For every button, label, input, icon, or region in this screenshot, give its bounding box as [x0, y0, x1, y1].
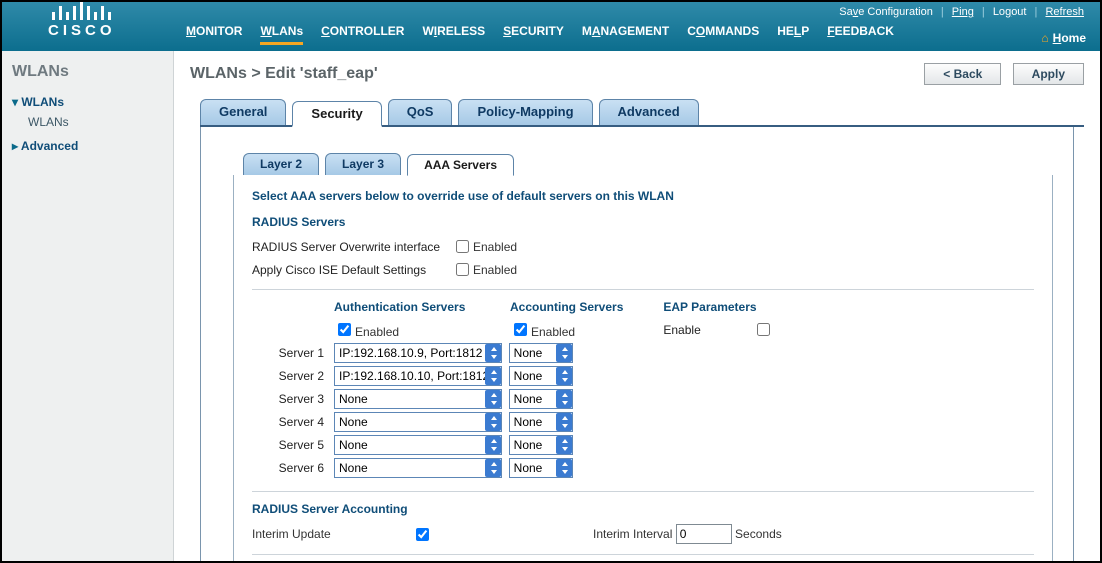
nav-help[interactable]: HELP [777, 24, 809, 45]
nav-wlans[interactable]: WLANs [260, 24, 303, 45]
auth-server-select-6[interactable]: None [334, 458, 502, 478]
top-utility-links: Save Configuration | Ping | Logout | Ref… [837, 6, 1086, 18]
page-title: WLANs > Edit 'staff_eap' [190, 65, 378, 83]
server-label: Server 6 [252, 461, 334, 475]
nav-management[interactable]: MANAGEMENT [582, 24, 669, 45]
auth-server-select-4[interactable]: None [334, 412, 502, 432]
save-configuration-link[interactable]: Save Configuration [839, 6, 933, 18]
acct-server-select-5[interactable]: None [509, 435, 573, 455]
cisco-logo: CISCO [48, 6, 116, 39]
brand-text: CISCO [48, 22, 116, 39]
subtab-layer2[interactable]: Layer 2 [243, 153, 319, 175]
sidebar-item-wlans[interactable]: WLANs [12, 95, 163, 109]
home-link[interactable]: ⌂Home [1041, 31, 1086, 45]
interim-seconds-label: Seconds [735, 527, 782, 541]
subtab-aaa-servers[interactable]: AAA Servers [407, 154, 514, 176]
ise-enabled-text: Enabled [473, 263, 517, 277]
eap-parameters-heading: EAP Parameters [663, 300, 774, 314]
sidebar: WLANs WLANs WLANs Advanced [2, 51, 174, 561]
ise-default-checkbox[interactable] [456, 263, 469, 276]
server-label: Server 5 [252, 438, 334, 452]
radius-servers-heading: RADIUS Servers [252, 215, 1034, 229]
refresh-link[interactable]: Refresh [1045, 6, 1084, 18]
acct-server-select-1[interactable]: None [509, 343, 573, 363]
tab-qos[interactable]: QoS [388, 99, 453, 125]
interim-update-checkbox[interactable] [416, 528, 429, 541]
server-row: Server 5None None [252, 435, 623, 455]
tab-security[interactable]: Security [292, 101, 381, 127]
acct-server-select-2[interactable]: None [509, 366, 573, 386]
overwrite-interface-label: RADIUS Server Overwrite interface [252, 240, 452, 254]
apply-button[interactable]: Apply [1013, 63, 1084, 85]
server-row: Server 4None None [252, 412, 623, 432]
radius-accounting-heading: RADIUS Server Accounting [252, 502, 1034, 516]
logout-link[interactable]: Logout [993, 6, 1027, 18]
acct-server-select-6[interactable]: None [509, 458, 573, 478]
tab-general[interactable]: General [200, 99, 286, 125]
eap-enable-label: Enable [663, 323, 753, 337]
server-label: Server 1 [252, 346, 334, 360]
auth-server-select-3[interactable]: None [334, 389, 502, 409]
tab-policy-mapping[interactable]: Policy-Mapping [458, 99, 592, 125]
acct-server-select-3[interactable]: None [509, 389, 573, 409]
aaa-instruction: Select AAA servers below to override use… [252, 189, 1034, 203]
overwrite-enabled-text: Enabled [473, 240, 517, 254]
ise-default-label: Apply Cisco ISE Default Settings [252, 263, 452, 277]
acct-enabled-label: Enabled [531, 325, 575, 339]
ping-link[interactable]: Ping [952, 6, 974, 18]
server-label: Server 2 [252, 369, 334, 383]
sidebar-subitem-wlans[interactable]: WLANs [28, 115, 163, 129]
nav-controller[interactable]: CONTROLLER [321, 24, 404, 45]
server-label: Server 4 [252, 415, 334, 429]
home-icon: ⌂ [1041, 31, 1048, 45]
acct-servers-heading: Accounting Servers [510, 300, 623, 314]
server-row: Server 1IP:192.168.10.9, Port:1812 None [252, 343, 623, 363]
sub-tabs: Layer 2 Layer 3 AAA Servers [243, 153, 1053, 175]
auth-enabled-label: Enabled [355, 325, 399, 339]
back-button[interactable]: < Back [924, 63, 1001, 85]
auth-server-select-5[interactable]: None [334, 435, 502, 455]
tab-advanced[interactable]: Advanced [599, 99, 699, 125]
server-row: Server 3None None [252, 389, 623, 409]
auth-server-select-2[interactable]: IP:192.168.10.10, Port:1812 [334, 366, 502, 386]
interim-interval-label: Interim Interval [593, 527, 672, 541]
server-row: Server 6None None [252, 458, 623, 478]
eap-enable-checkbox[interactable] [757, 323, 770, 336]
interim-update-label: Interim Update [252, 527, 412, 541]
cisco-logo-icon [48, 6, 116, 20]
auth-enabled-checkbox[interactable] [338, 323, 351, 336]
nav-feedback[interactable]: FEEDBACK [827, 24, 894, 45]
nav-commands[interactable]: COMMANDS [687, 24, 759, 45]
subtab-layer3[interactable]: Layer 3 [325, 153, 401, 175]
acct-server-select-4[interactable]: None [509, 412, 573, 432]
nav-wireless[interactable]: WIRELESS [422, 24, 485, 45]
server-row: Server 2IP:192.168.10.10, Port:1812 None [252, 366, 623, 386]
interim-interval-input[interactable] [676, 524, 732, 544]
auth-server-select-1[interactable]: IP:192.168.10.9, Port:1812 [334, 343, 502, 363]
auth-servers-heading: Authentication Servers [334, 300, 510, 314]
nav-security[interactable]: SECURITY [503, 24, 564, 45]
main-nav: MONITOR WLANs CONTROLLER WIRELESS SECURI… [186, 24, 894, 45]
nav-monitor[interactable]: MONITOR [186, 24, 242, 45]
sidebar-title: WLANs [12, 63, 163, 81]
main-tabs: General Security QoS Policy-Mapping Adva… [200, 99, 1084, 127]
acct-enabled-checkbox[interactable] [514, 323, 527, 336]
server-label: Server 3 [252, 392, 334, 406]
sidebar-item-advanced[interactable]: Advanced [12, 139, 163, 153]
overwrite-interface-checkbox[interactable] [456, 240, 469, 253]
